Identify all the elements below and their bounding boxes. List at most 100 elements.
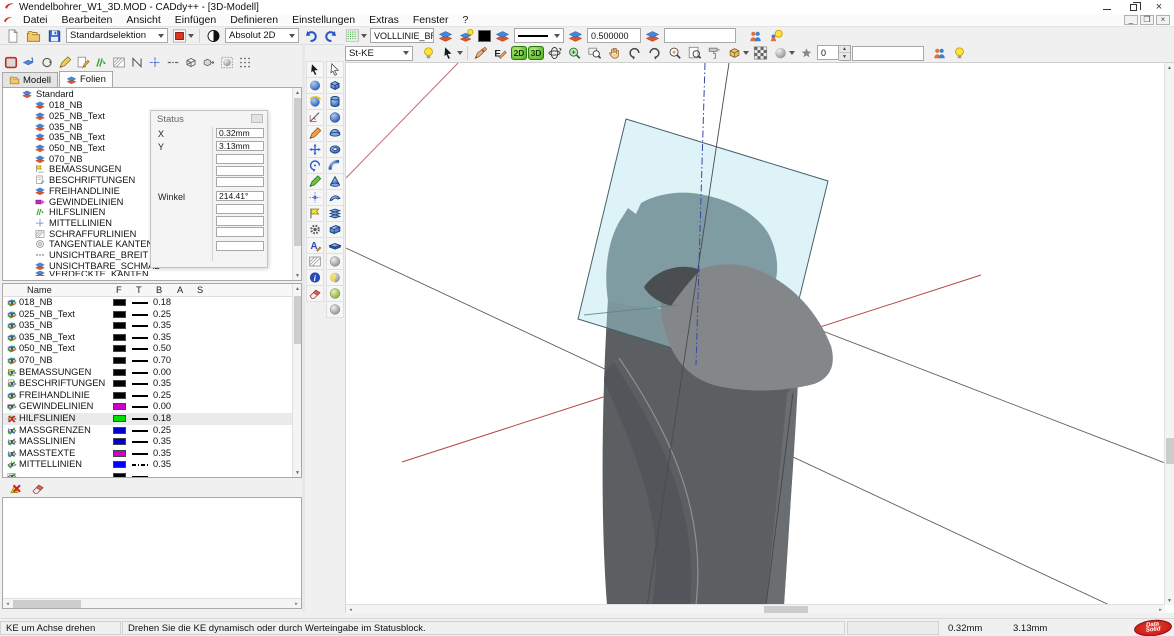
select-tool-button[interactable] <box>306 61 324 78</box>
layer-linestyle[interactable] <box>132 464 148 466</box>
effects-button[interactable] <box>797 45 816 61</box>
close-view-button[interactable] <box>2 55 19 71</box>
table-row-025-nb-text[interactable]: 025_NB_Text0.25 <box>3 309 301 321</box>
info-tool-button[interactable]: i <box>306 269 324 286</box>
layer-visible-eye-off-icon[interactable] <box>6 414 18 424</box>
solid-sphere-button[interactable] <box>326 109 344 126</box>
table-row-masslinien[interactable]: MASSLINIEN0.35 <box>3 436 301 448</box>
material-ball-shaded-button[interactable] <box>326 269 344 286</box>
selection-mode-combo[interactable]: Standardselektion <box>66 28 168 43</box>
line-width-input[interactable]: 0.500000 <box>587 28 641 43</box>
layer-color-swatch[interactable] <box>113 403 126 410</box>
viewport-hscrollbar[interactable]: ◂ ▸ <box>346 604 1165 613</box>
layer-visible-eye-icon[interactable] <box>6 310 18 320</box>
hatch-tool-button[interactable] <box>306 253 324 270</box>
solid-pipe-button[interactable] <box>326 157 344 174</box>
table-row-freihandlinie[interactable]: FREIHANDLINIE0.25 <box>3 390 301 402</box>
viewport-team-button[interactable] <box>930 45 949 61</box>
solid-slab-button[interactable] <box>326 237 344 254</box>
solid-cylinder-button[interactable] <box>326 93 344 110</box>
material-sphere-button[interactable] <box>771 45 796 61</box>
solid-hemisphere-button[interactable] <box>326 125 344 142</box>
viewport-extra-input[interactable] <box>852 46 924 61</box>
view-2d-button[interactable]: 2D <box>511 46 527 60</box>
layer-linestyle[interactable] <box>132 302 148 304</box>
status-field-input-6[interactable] <box>216 204 264 214</box>
table-row-018-nb[interactable]: 018_NB0.18 <box>3 297 301 309</box>
panel-splitter[interactable] <box>302 45 305 612</box>
edit-element-button[interactable]: E <box>491 45 510 61</box>
edit-pencil-button[interactable] <box>56 55 73 71</box>
measure-tool-button[interactable] <box>306 109 324 126</box>
layer-linestyle[interactable] <box>132 383 148 385</box>
undo-button[interactable] <box>301 28 320 44</box>
layer-visible-eye-icon[interactable] <box>6 298 18 308</box>
zoom-window-button[interactable] <box>585 45 604 61</box>
layer-linestyle[interactable] <box>132 441 148 443</box>
layer-linestyle[interactable] <box>132 325 148 327</box>
hatch-lines-button[interactable] <box>110 55 127 71</box>
layer-color-swatch[interactable] <box>113 438 126 445</box>
layer-color-swatch[interactable] <box>113 299 126 306</box>
angle-step-spinner-value[interactable]: 0 <box>817 45 839 60</box>
layer-color-swatch[interactable] <box>113 345 126 352</box>
mdi-close-button[interactable]: × <box>1156 15 1170 25</box>
layer-color-swatch[interactable] <box>113 380 126 387</box>
status-field-input-0[interactable]: 0.32mm <box>216 128 264 138</box>
line-style-combo[interactable] <box>514 28 564 43</box>
layer-color-swatch[interactable] <box>113 427 126 434</box>
helper-lines-button[interactable] <box>92 55 109 71</box>
table-col-a[interactable]: A <box>177 285 183 295</box>
restore-button[interactable] <box>1120 0 1146 14</box>
layer-color-button[interactable] <box>493 28 512 44</box>
coord-mode-combo[interactable]: Absolut 2D <box>225 28 299 43</box>
centerline-button[interactable] <box>146 55 163 71</box>
menu-datei[interactable]: Datei <box>16 14 55 27</box>
layer-color-swatch[interactable] <box>113 450 126 457</box>
rect-select-button[interactable] <box>170 28 195 44</box>
solid-torus-button[interactable] <box>326 141 344 158</box>
select-solid-button[interactable] <box>326 61 344 78</box>
tab-folien[interactable]: Folien <box>59 71 113 87</box>
layer-visible-eye-icon[interactable] <box>6 379 18 389</box>
orbit-button[interactable] <box>545 45 564 61</box>
layer-visible-eye-icon[interactable] <box>6 460 18 470</box>
minimize-button[interactable] <box>1094 0 1120 14</box>
layer-visible-eye-icon[interactable] <box>6 402 18 412</box>
select-mode-button[interactable] <box>439 45 464 61</box>
status-field-input-7[interactable] <box>216 216 264 226</box>
zoom-dynamic-button[interactable] <box>565 45 584 61</box>
angle-step-spinner-arrows[interactable]: ▲▼ <box>839 45 851 61</box>
construction-point-button[interactable] <box>306 189 324 206</box>
draw-tool-button[interactable] <box>306 173 324 190</box>
layer-linestyle[interactable] <box>132 372 148 374</box>
redo-button[interactable] <box>322 28 341 44</box>
ke-mode-combo[interactable]: St-KE <box>345 46 413 61</box>
table-col-t[interactable]: T <box>136 285 142 295</box>
layer-linestyle[interactable] <box>132 406 148 408</box>
layer-linestyle[interactable] <box>132 453 148 455</box>
status-field-input-8[interactable] <box>216 227 264 237</box>
table-row-035-nb-text[interactable]: 035_NB_Text0.35 <box>3 332 301 344</box>
solid-box-button[interactable] <box>326 77 344 94</box>
solid-block-button[interactable] <box>326 221 344 238</box>
shading-cube-button[interactable] <box>725 45 750 61</box>
status-panel-button[interactable] <box>251 114 263 123</box>
line-group-button[interactable] <box>128 55 145 71</box>
viewport-bulb-button[interactable] <box>950 45 969 61</box>
layer-visible-eye-icon[interactable] <box>6 321 18 331</box>
menu-?[interactable]: ? <box>456 14 476 27</box>
dimension-tool-button[interactable] <box>306 205 324 222</box>
contrast-button[interactable] <box>204 28 223 44</box>
status-field-input-2[interactable] <box>216 154 264 164</box>
menu-einfgen[interactable]: Einfügen <box>168 14 223 27</box>
table-row-beschriftungen[interactable]: BESCHRIFTUNGEN0.35 <box>3 378 301 390</box>
layer-visible-eye-icon[interactable] <box>6 333 18 343</box>
layer-color-swatch[interactable] <box>113 357 126 364</box>
table-row-035-nb[interactable]: 035_NB0.35 <box>3 320 301 332</box>
table-col-b[interactable]: B <box>156 285 162 295</box>
status-field-input-4[interactable] <box>216 177 264 187</box>
material-ball-green-button[interactable] <box>326 285 344 302</box>
table-row-mittellinien[interactable]: MITTELLINIEN0.35 <box>3 459 301 471</box>
layer-color-swatch[interactable] <box>113 461 126 468</box>
